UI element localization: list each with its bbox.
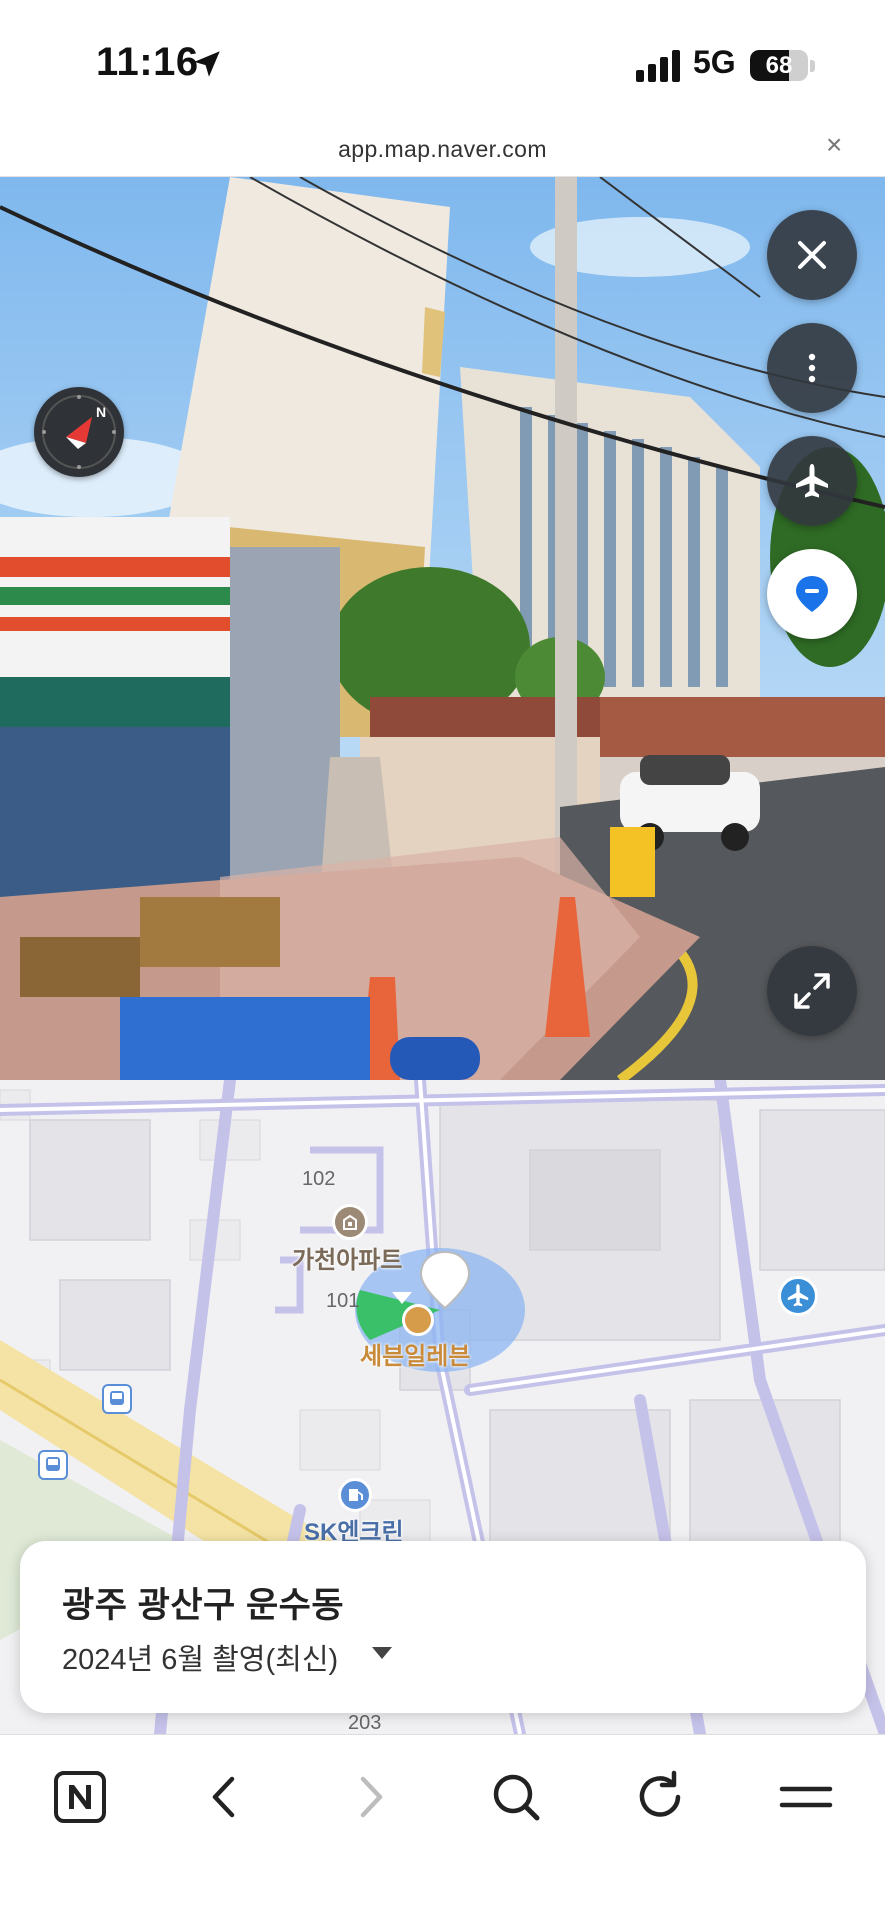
- back-icon: [212, 1776, 235, 1818]
- url-close-button[interactable]: ×: [826, 131, 842, 159]
- location-marker-icon: [419, 1250, 471, 1310]
- url-bar[interactable]: app.map.naver.com: [0, 120, 885, 177]
- chevron-down-icon[interactable]: [372, 1647, 392, 1659]
- browser-toolbar: [0, 1734, 885, 1921]
- svg-text:N: N: [96, 404, 106, 420]
- compass-icon[interactable]: N: [34, 387, 124, 477]
- search-icon: [493, 1774, 540, 1821]
- street-view-panorama[interactable]: N: [0, 177, 885, 1080]
- bus-stop-icon[interactable]: [102, 1384, 132, 1414]
- aerial-view-button[interactable]: [767, 436, 857, 526]
- place-name: 광주 광산구 운수동: [62, 1586, 345, 1625]
- network-type: 5G: [693, 44, 736, 80]
- battery-cap: [810, 60, 815, 72]
- cellular-signal-icon: [636, 50, 680, 82]
- naver-home-button[interactable]: [50, 1767, 110, 1827]
- status-time: 11:16: [96, 40, 199, 84]
- location-info-card[interactable]: 광주 광산구 운수동 2024년 6월 촬영(최신): [20, 1541, 866, 1713]
- location-arrow-icon: [194, 51, 220, 77]
- apartment-label[interactable]: 가천아파트: [292, 1240, 402, 1275]
- store-label[interactable]: 세븐일레븐: [360, 1336, 470, 1371]
- more-vertical-icon: [808, 353, 816, 383]
- menu-icon: [779, 1786, 833, 1808]
- status-bar: 11:16 5G 68: [0, 0, 885, 120]
- building-101-label: 101: [326, 1290, 360, 1312]
- battery-level: 68: [765, 52, 793, 79]
- back-button[interactable]: [195, 1767, 255, 1827]
- map-pin-icon: [796, 576, 828, 612]
- photo-date-selector[interactable]: 2024년 6월 촬영(최신): [62, 1636, 338, 1678]
- map-pin-button[interactable]: [767, 549, 857, 639]
- airport-icon[interactable]: [778, 1276, 818, 1316]
- forward-icon: [360, 1776, 383, 1818]
- expand-button[interactable]: [767, 946, 857, 1036]
- bus-stop-icon[interactable]: [38, 1450, 68, 1480]
- naver-home-icon: [54, 1771, 106, 1823]
- airplane-icon: [796, 464, 828, 498]
- reload-icon: [639, 1770, 681, 1817]
- direction-triangle-icon: [392, 1292, 412, 1304]
- expand-icon: [794, 973, 830, 1009]
- forward-button[interactable]: [340, 1767, 400, 1827]
- building-203-label: 203: [348, 1712, 382, 1734]
- close-icon: [798, 241, 826, 269]
- close-button[interactable]: [767, 210, 857, 300]
- street-scene-image: [0, 177, 885, 1080]
- search-button[interactable]: [486, 1767, 546, 1827]
- reload-button[interactable]: [631, 1767, 691, 1827]
- gas-station-icon[interactable]: [338, 1478, 372, 1512]
- more-options-button[interactable]: [767, 323, 857, 413]
- building-102-label: 102: [302, 1168, 336, 1190]
- url-text[interactable]: app.map.naver.com: [0, 136, 885, 163]
- apartment-icon[interactable]: [332, 1204, 368, 1240]
- battery-icon: 68: [750, 50, 808, 81]
- menu-button[interactable]: [776, 1767, 836, 1827]
